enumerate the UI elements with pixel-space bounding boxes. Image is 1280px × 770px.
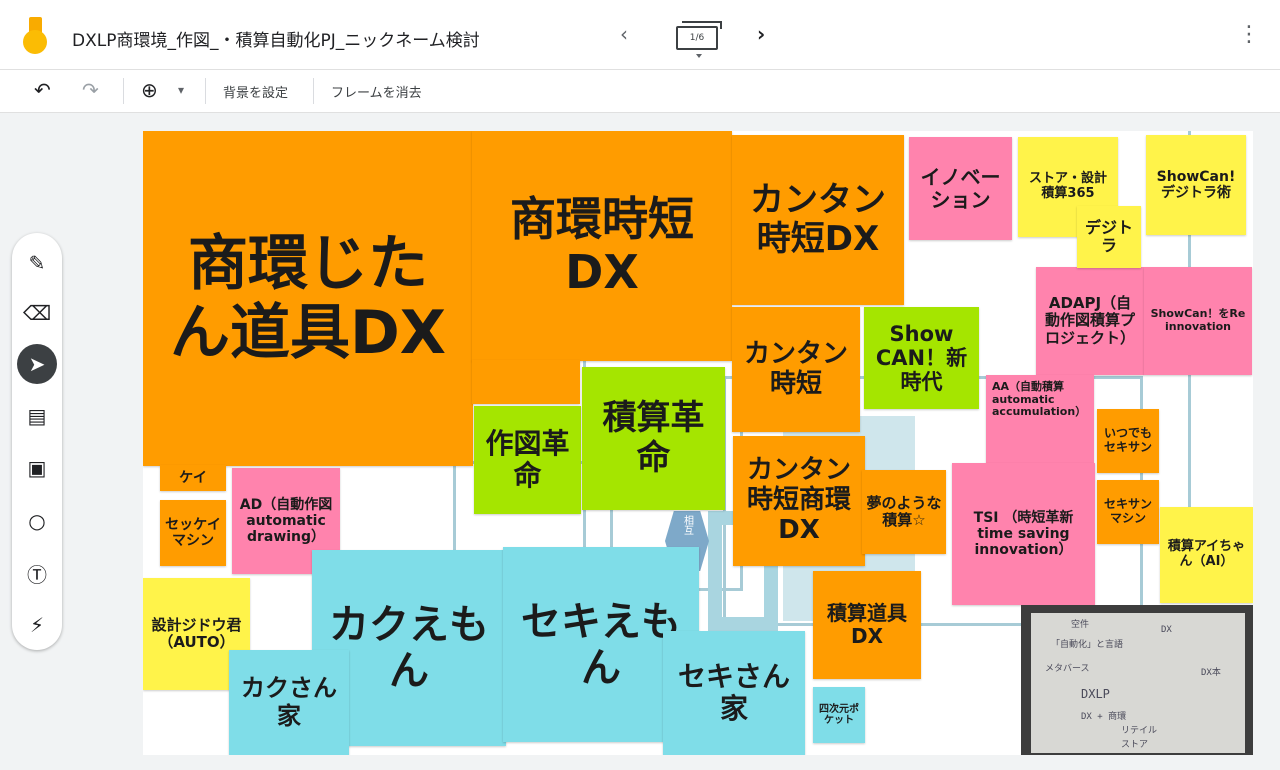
- sticky-note-text: 積算アイちゃん（AI）: [1167, 539, 1246, 569]
- sticky-note-text: TSI （時短革新time saving innovation）: [973, 509, 1074, 559]
- sticky-note-text: セッケイマシン: [165, 516, 221, 549]
- sticky-note-text: カンタン時短: [743, 338, 848, 399]
- sticky-note-text: ケイ: [179, 469, 207, 486]
- toolbar-divider: [313, 78, 314, 104]
- set-background-button[interactable]: 背景を設定: [223, 82, 288, 101]
- sticky-note[interactable]: カクさん家: [229, 650, 349, 755]
- diagram-arrow-label: 相互: [681, 515, 693, 535]
- sticky-note-text: セキえもん: [521, 598, 681, 691]
- sticky-note-text: ShowCan!デジトラ術: [1156, 168, 1236, 201]
- sticky-note-text: いつでもセキサン: [1103, 426, 1152, 454]
- whiteboard-photo[interactable]: 空件 DX 「自動化」と言語 DX本 メタバース DXLP DX + 商環 リテ…: [1021, 605, 1253, 755]
- app-header: DXLP商環境_作図_・積算自動化PJ_ニックネーム検討 ‹ 1/6 › ⋮: [0, 0, 1280, 70]
- sticky-note[interactable]: 積算アイちゃん（AI）: [1160, 507, 1253, 603]
- tool-rail: ✎ ⌫ ➤ ▤ ▣ ○ Ⓣ ⚡: [12, 233, 62, 650]
- photo-scribble: メタバース: [1045, 664, 1090, 674]
- photo-scribble: 「自動化」と言語: [1051, 640, 1124, 650]
- whiteboard-photo-board: 空件 DX 「自動化」と言語 DX本 メタバース DXLP DX + 商環 リテ…: [1031, 613, 1245, 753]
- sticky-note-text: ストア・設計積算365: [1028, 171, 1107, 201]
- sticky-note-text: セキサンマシン: [1103, 497, 1152, 525]
- sticky-note[interactable]: ケイ: [160, 465, 226, 491]
- sticky-note-text: 積算道具DX: [827, 601, 907, 648]
- sticky-note[interactable]: 商環時短DX: [472, 131, 732, 361]
- more-vert-icon[interactable]: ⋮: [1238, 22, 1260, 47]
- sticky-note-text: 夢のような積算☆: [866, 493, 942, 529]
- sticky-note[interactable]: TSI （時短革新time saving innovation）: [952, 463, 1095, 605]
- chevron-right-icon[interactable]: ›: [757, 22, 765, 46]
- zoom-dropdown-icon[interactable]: ▾: [178, 83, 184, 97]
- pen-icon[interactable]: ✎: [17, 243, 57, 283]
- undo-icon[interactable]: ↶: [34, 78, 51, 102]
- sticky-note-text: イノベーション: [920, 164, 1001, 212]
- sticky-note[interactable]: 作図革命: [474, 406, 581, 514]
- sticky-note[interactable]: 積算道具DX: [813, 571, 921, 679]
- sticky-note-text: セキさん家: [677, 659, 790, 725]
- redo-icon[interactable]: ↷: [82, 78, 99, 102]
- image-icon[interactable]: ▣: [17, 448, 57, 488]
- sticky-note[interactable]: ShowCan!デジトラ術: [1146, 135, 1246, 235]
- sticky-note[interactable]: イノベーション: [909, 137, 1012, 240]
- sticky-note-text: 四次元ポケット: [819, 703, 859, 727]
- document-title[interactable]: DXLP商環境_作図_・積算自動化PJ_ニックネーム検討: [72, 26, 480, 51]
- sticky-note[interactable]: Show CAN！新時代: [864, 307, 979, 409]
- toolbar-divider: [205, 78, 206, 104]
- sticky-note[interactable]: カンタン時短: [732, 307, 860, 432]
- sticky-note[interactable]: 夢のような積算☆: [862, 470, 946, 554]
- eraser-icon[interactable]: ⌫: [17, 293, 57, 333]
- sticky-note-text: カクえもん: [329, 602, 489, 694]
- text-box-icon[interactable]: Ⓣ: [17, 553, 57, 593]
- toolbar: ↶ ↷ ⊕ ▾ 背景を設定 フレームを消去: [0, 70, 1280, 113]
- photo-scribble: DX: [1161, 625, 1172, 635]
- frame-indicator[interactable]: 1/6: [676, 21, 722, 58]
- clear-frame-button[interactable]: フレームを消去: [331, 82, 422, 101]
- sticky-note-text: ShowCan！をRe innovation: [1150, 307, 1246, 333]
- sticky-note-text: デジトラ: [1084, 217, 1133, 255]
- photo-scribble: リテイル: [1121, 726, 1158, 736]
- sticky-note-text: AA（自動積算automatic accumulation）: [992, 380, 1087, 419]
- sticky-note[interactable]: ADAPJ（自動作図積算プロジェクト）: [1036, 267, 1144, 375]
- sticky-note-text: 商環時短DX: [510, 192, 694, 299]
- sticky-note[interactable]: 商環じたん道具DX: [143, 131, 473, 466]
- toolbar-divider: [123, 78, 124, 104]
- sticky-note[interactable]: デジトラ: [1077, 206, 1141, 268]
- circle-icon[interactable]: ○: [17, 501, 57, 541]
- sticky-note-text: 積算革命: [602, 398, 705, 478]
- sticky-note-text: カクさん家: [241, 673, 337, 730]
- photo-scribble: 空件: [1071, 620, 1090, 630]
- sticky-note[interactable]: カンタン時短DX: [732, 135, 904, 305]
- sticky-note[interactable]: ShowCan！をRe innovation: [1144, 267, 1252, 375]
- photo-scribble: DX + 商環: [1081, 712, 1127, 722]
- photo-scribble: DX本: [1201, 668, 1221, 678]
- sticky-note-text: ADAPJ（自動作図積算プロジェクト）: [1044, 294, 1135, 347]
- sticky-note-text: 商環じたん道具DX: [169, 228, 447, 368]
- sticky-note[interactable]: 積算革命: [582, 367, 725, 510]
- sticky-note-icon[interactable]: ▤: [17, 396, 57, 436]
- whiteboard-canvas[interactable]: 相互 商環じたん道具DX 商環時短DX カンタン時短DX カンタン時短 カンタン…: [143, 131, 1253, 755]
- sticky-note-text: 設計ジドウ君（AUTO）: [151, 615, 242, 651]
- sticky-note[interactable]: セッケイマシン: [160, 500, 226, 566]
- photo-scribble: ストア: [1121, 740, 1149, 750]
- sticky-note-text: カンタン時短DX: [750, 179, 886, 259]
- sticky-note[interactable]: [472, 360, 580, 404]
- sticky-note[interactable]: いつでもセキサン: [1097, 409, 1159, 473]
- sticky-note[interactable]: セキさん家: [663, 631, 805, 755]
- laser-icon[interactable]: ⚡: [17, 605, 57, 645]
- zoom-icon[interactable]: ⊕: [141, 78, 158, 102]
- sticky-note[interactable]: 四次元ポケット: [813, 687, 865, 743]
- sticky-note-text: カンタン時短商環DX: [746, 455, 851, 545]
- sticky-note-text: Show CAN！新時代: [875, 321, 968, 395]
- photo-scribble: DXLP: [1081, 687, 1110, 701]
- jamboard-logo[interactable]: [22, 17, 48, 55]
- sticky-note-text: AD（自動作図automatic drawing）: [239, 496, 333, 546]
- sticky-note[interactable]: カンタン時短商環DX: [733, 436, 865, 566]
- chevron-left-icon[interactable]: ‹: [620, 22, 628, 46]
- sticky-note[interactable]: セキサンマシン: [1097, 480, 1159, 544]
- select-icon[interactable]: ➤: [17, 344, 57, 384]
- sticky-note-text: 作図革命: [485, 426, 570, 492]
